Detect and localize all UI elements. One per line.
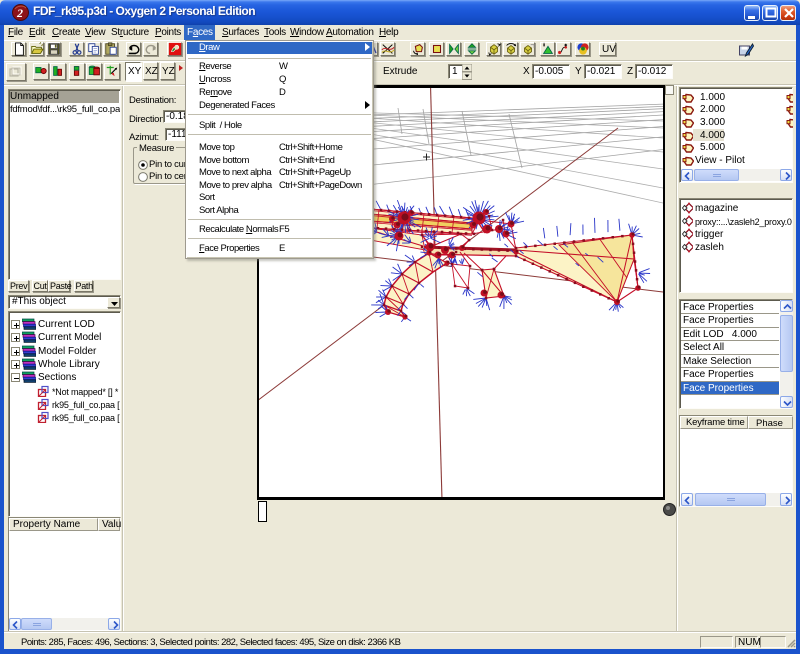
svg-text:2: 2 (16, 6, 23, 20)
